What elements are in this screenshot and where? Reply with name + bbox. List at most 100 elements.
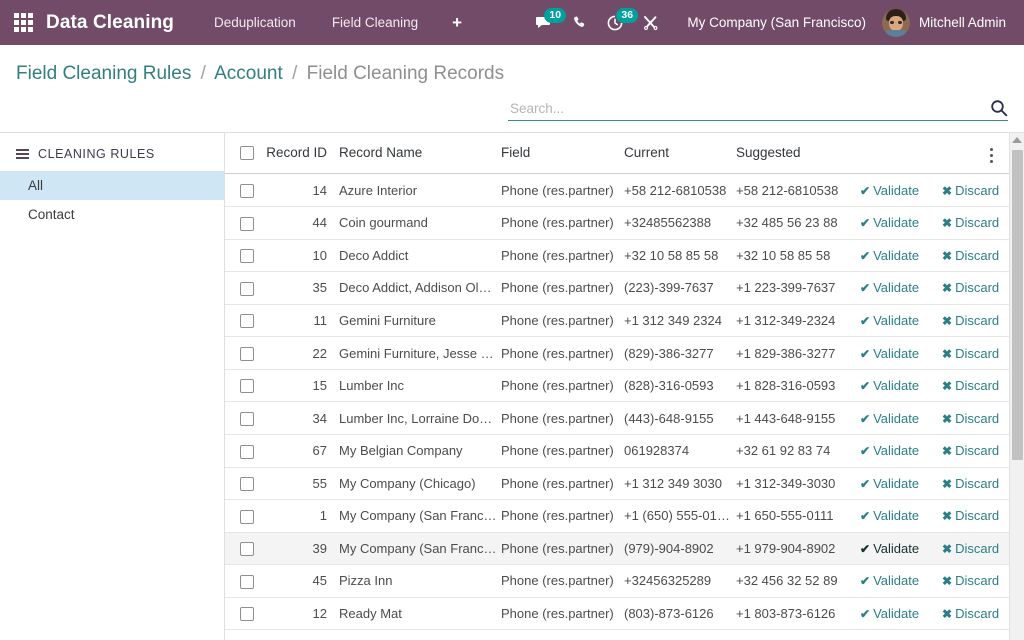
cell-validate[interactable]: ✔Validate — [860, 630, 942, 640]
cell-validate[interactable]: ✔Validate — [860, 597, 942, 630]
discard-button[interactable]: ✖Discard — [942, 606, 999, 621]
row-select-cell[interactable] — [225, 174, 263, 207]
checkbox-unchecked-icon[interactable] — [240, 542, 254, 556]
validate-button[interactable]: ✔Validate — [860, 215, 919, 230]
menu-item-field-cleaning[interactable]: Field Cleaning — [314, 0, 436, 45]
checkbox-unchecked-icon[interactable] — [240, 282, 254, 296]
table-row[interactable]: 45Pizza InnPhone (res.partner)+324563252… — [225, 565, 1009, 598]
table-row[interactable]: 35Deco Addict, Addison Ol…Phone (res.par… — [225, 272, 1009, 305]
messages-button[interactable]: 10 — [525, 0, 562, 45]
validate-button[interactable]: ✔Validate — [860, 476, 919, 491]
table-row[interactable]: 55My Company (Chicago)Phone (res.partner… — [225, 467, 1009, 500]
app-brand-title[interactable]: Data Cleaning — [46, 12, 196, 34]
checkbox-unchecked-icon[interactable] — [240, 412, 254, 426]
cell-validate[interactable]: ✔Validate — [860, 272, 942, 305]
row-select-cell[interactable] — [225, 239, 263, 272]
search-icon[interactable] — [990, 99, 1008, 117]
cell-discard[interactable]: ✖Discard — [942, 207, 1009, 240]
row-select-cell[interactable] — [225, 467, 263, 500]
validate-button[interactable]: ✔Validate — [860, 313, 919, 328]
cell-discard[interactable]: ✖Discard — [942, 239, 1009, 272]
table-row[interactable]: 1My Company (San Franc…Phone (res.partne… — [225, 500, 1009, 533]
cell-validate[interactable]: ✔Validate — [860, 467, 942, 500]
checkbox-unchecked-icon[interactable] — [240, 184, 254, 198]
company-switcher[interactable]: My Company (San Francisco) — [669, 15, 882, 30]
vertical-dots-icon[interactable] — [984, 145, 998, 166]
row-select-cell[interactable] — [225, 434, 263, 467]
checkbox-unchecked-icon[interactable] — [240, 445, 254, 459]
cell-discard[interactable]: ✖Discard — [942, 174, 1009, 207]
vertical-scrollbar[interactable] — [1009, 133, 1024, 640]
checkbox-unchecked-icon[interactable] — [240, 379, 254, 393]
column-header-suggested[interactable]: Suggested — [736, 133, 860, 174]
discard-button[interactable]: ✖Discard — [942, 476, 999, 491]
validate-button[interactable]: ✔Validate — [860, 346, 919, 361]
checkbox-unchecked-icon[interactable] — [240, 347, 254, 361]
row-select-cell[interactable] — [225, 369, 263, 402]
validate-button[interactable]: ✔Validate — [860, 248, 919, 263]
table-row[interactable]: 14Azure InteriorPhone (res.partner)+58 2… — [225, 174, 1009, 207]
apps-menu-button[interactable] — [0, 0, 46, 45]
discard-button[interactable]: ✖Discard — [942, 541, 999, 556]
checkbox-unchecked-icon[interactable] — [240, 146, 254, 160]
validate-button[interactable]: ✔Validate — [860, 378, 919, 393]
table-row[interactable]: 21Ready Mat, Billy FoxPhone (res.partner… — [225, 630, 1009, 640]
checkbox-unchecked-icon[interactable] — [240, 510, 254, 524]
cell-discard[interactable]: ✖Discard — [942, 597, 1009, 630]
row-select-cell[interactable] — [225, 532, 263, 565]
row-select-cell[interactable] — [225, 272, 263, 305]
row-select-cell[interactable] — [225, 207, 263, 240]
breadcrumb-item-account[interactable]: Account — [214, 63, 283, 84]
sidebar-item-contact[interactable]: Contact — [0, 200, 224, 229]
search-input[interactable] — [508, 101, 990, 117]
discard-button[interactable]: ✖Discard — [942, 346, 999, 361]
validate-button[interactable]: ✔Validate — [860, 508, 919, 523]
checkbox-unchecked-icon[interactable] — [240, 314, 254, 328]
cell-validate[interactable]: ✔Validate — [860, 239, 942, 272]
table-row[interactable]: 15Lumber IncPhone (res.partner)(828)-316… — [225, 369, 1009, 402]
column-header-record-id[interactable]: Record ID — [263, 133, 339, 174]
discard-button[interactable]: ✖Discard — [942, 215, 999, 230]
validate-button[interactable]: ✔Validate — [860, 541, 919, 556]
discard-button[interactable]: ✖Discard — [942, 443, 999, 458]
cell-discard[interactable]: ✖Discard — [942, 304, 1009, 337]
cell-validate[interactable]: ✔Validate — [860, 500, 942, 533]
cell-discard[interactable]: ✖Discard — [942, 500, 1009, 533]
column-header-record-name[interactable]: Record Name — [339, 133, 501, 174]
cell-discard[interactable]: ✖Discard — [942, 565, 1009, 598]
developer-tools-button[interactable] — [633, 0, 669, 45]
checkbox-unchecked-icon[interactable] — [240, 249, 254, 263]
checkbox-unchecked-icon[interactable] — [240, 575, 254, 589]
validate-button[interactable]: ✔Validate — [860, 280, 919, 295]
cell-validate[interactable]: ✔Validate — [860, 532, 942, 565]
sidebar-item-all[interactable]: All — [0, 171, 224, 200]
cell-discard[interactable]: ✖Discard — [942, 434, 1009, 467]
discard-button[interactable]: ✖Discard — [942, 573, 999, 588]
row-select-cell[interactable] — [225, 304, 263, 337]
cell-discard[interactable]: ✖Discard — [942, 337, 1009, 370]
menu-add-button[interactable]: + — [436, 0, 478, 45]
discard-button[interactable]: ✖Discard — [942, 280, 999, 295]
cell-discard[interactable]: ✖Discard — [942, 467, 1009, 500]
row-select-cell[interactable] — [225, 565, 263, 598]
row-select-cell[interactable] — [225, 337, 263, 370]
cell-validate[interactable]: ✔Validate — [860, 402, 942, 435]
cell-discard[interactable]: ✖Discard — [942, 532, 1009, 565]
validate-button[interactable]: ✔Validate — [860, 183, 919, 198]
table-row[interactable]: 39My Company (San Franc…Phone (res.partn… — [225, 532, 1009, 565]
cell-validate[interactable]: ✔Validate — [860, 304, 942, 337]
checkbox-unchecked-icon[interactable] — [240, 477, 254, 491]
row-select-cell[interactable] — [225, 597, 263, 630]
cell-validate[interactable]: ✔Validate — [860, 369, 942, 402]
cell-validate[interactable]: ✔Validate — [860, 337, 942, 370]
row-select-cell[interactable] — [225, 630, 263, 640]
discard-button[interactable]: ✖Discard — [942, 508, 999, 523]
table-row[interactable]: 10Deco AddictPhone (res.partner)+32 10 5… — [225, 239, 1009, 272]
column-header-field[interactable]: Field — [501, 133, 624, 174]
menu-item-deduplication[interactable]: Deduplication — [196, 0, 314, 45]
discard-button[interactable]: ✖Discard — [942, 183, 999, 198]
phone-button[interactable] — [562, 0, 597, 45]
validate-button[interactable]: ✔Validate — [860, 573, 919, 588]
cell-discard[interactable]: ✖Discard — [942, 369, 1009, 402]
validate-button[interactable]: ✔Validate — [860, 443, 919, 458]
